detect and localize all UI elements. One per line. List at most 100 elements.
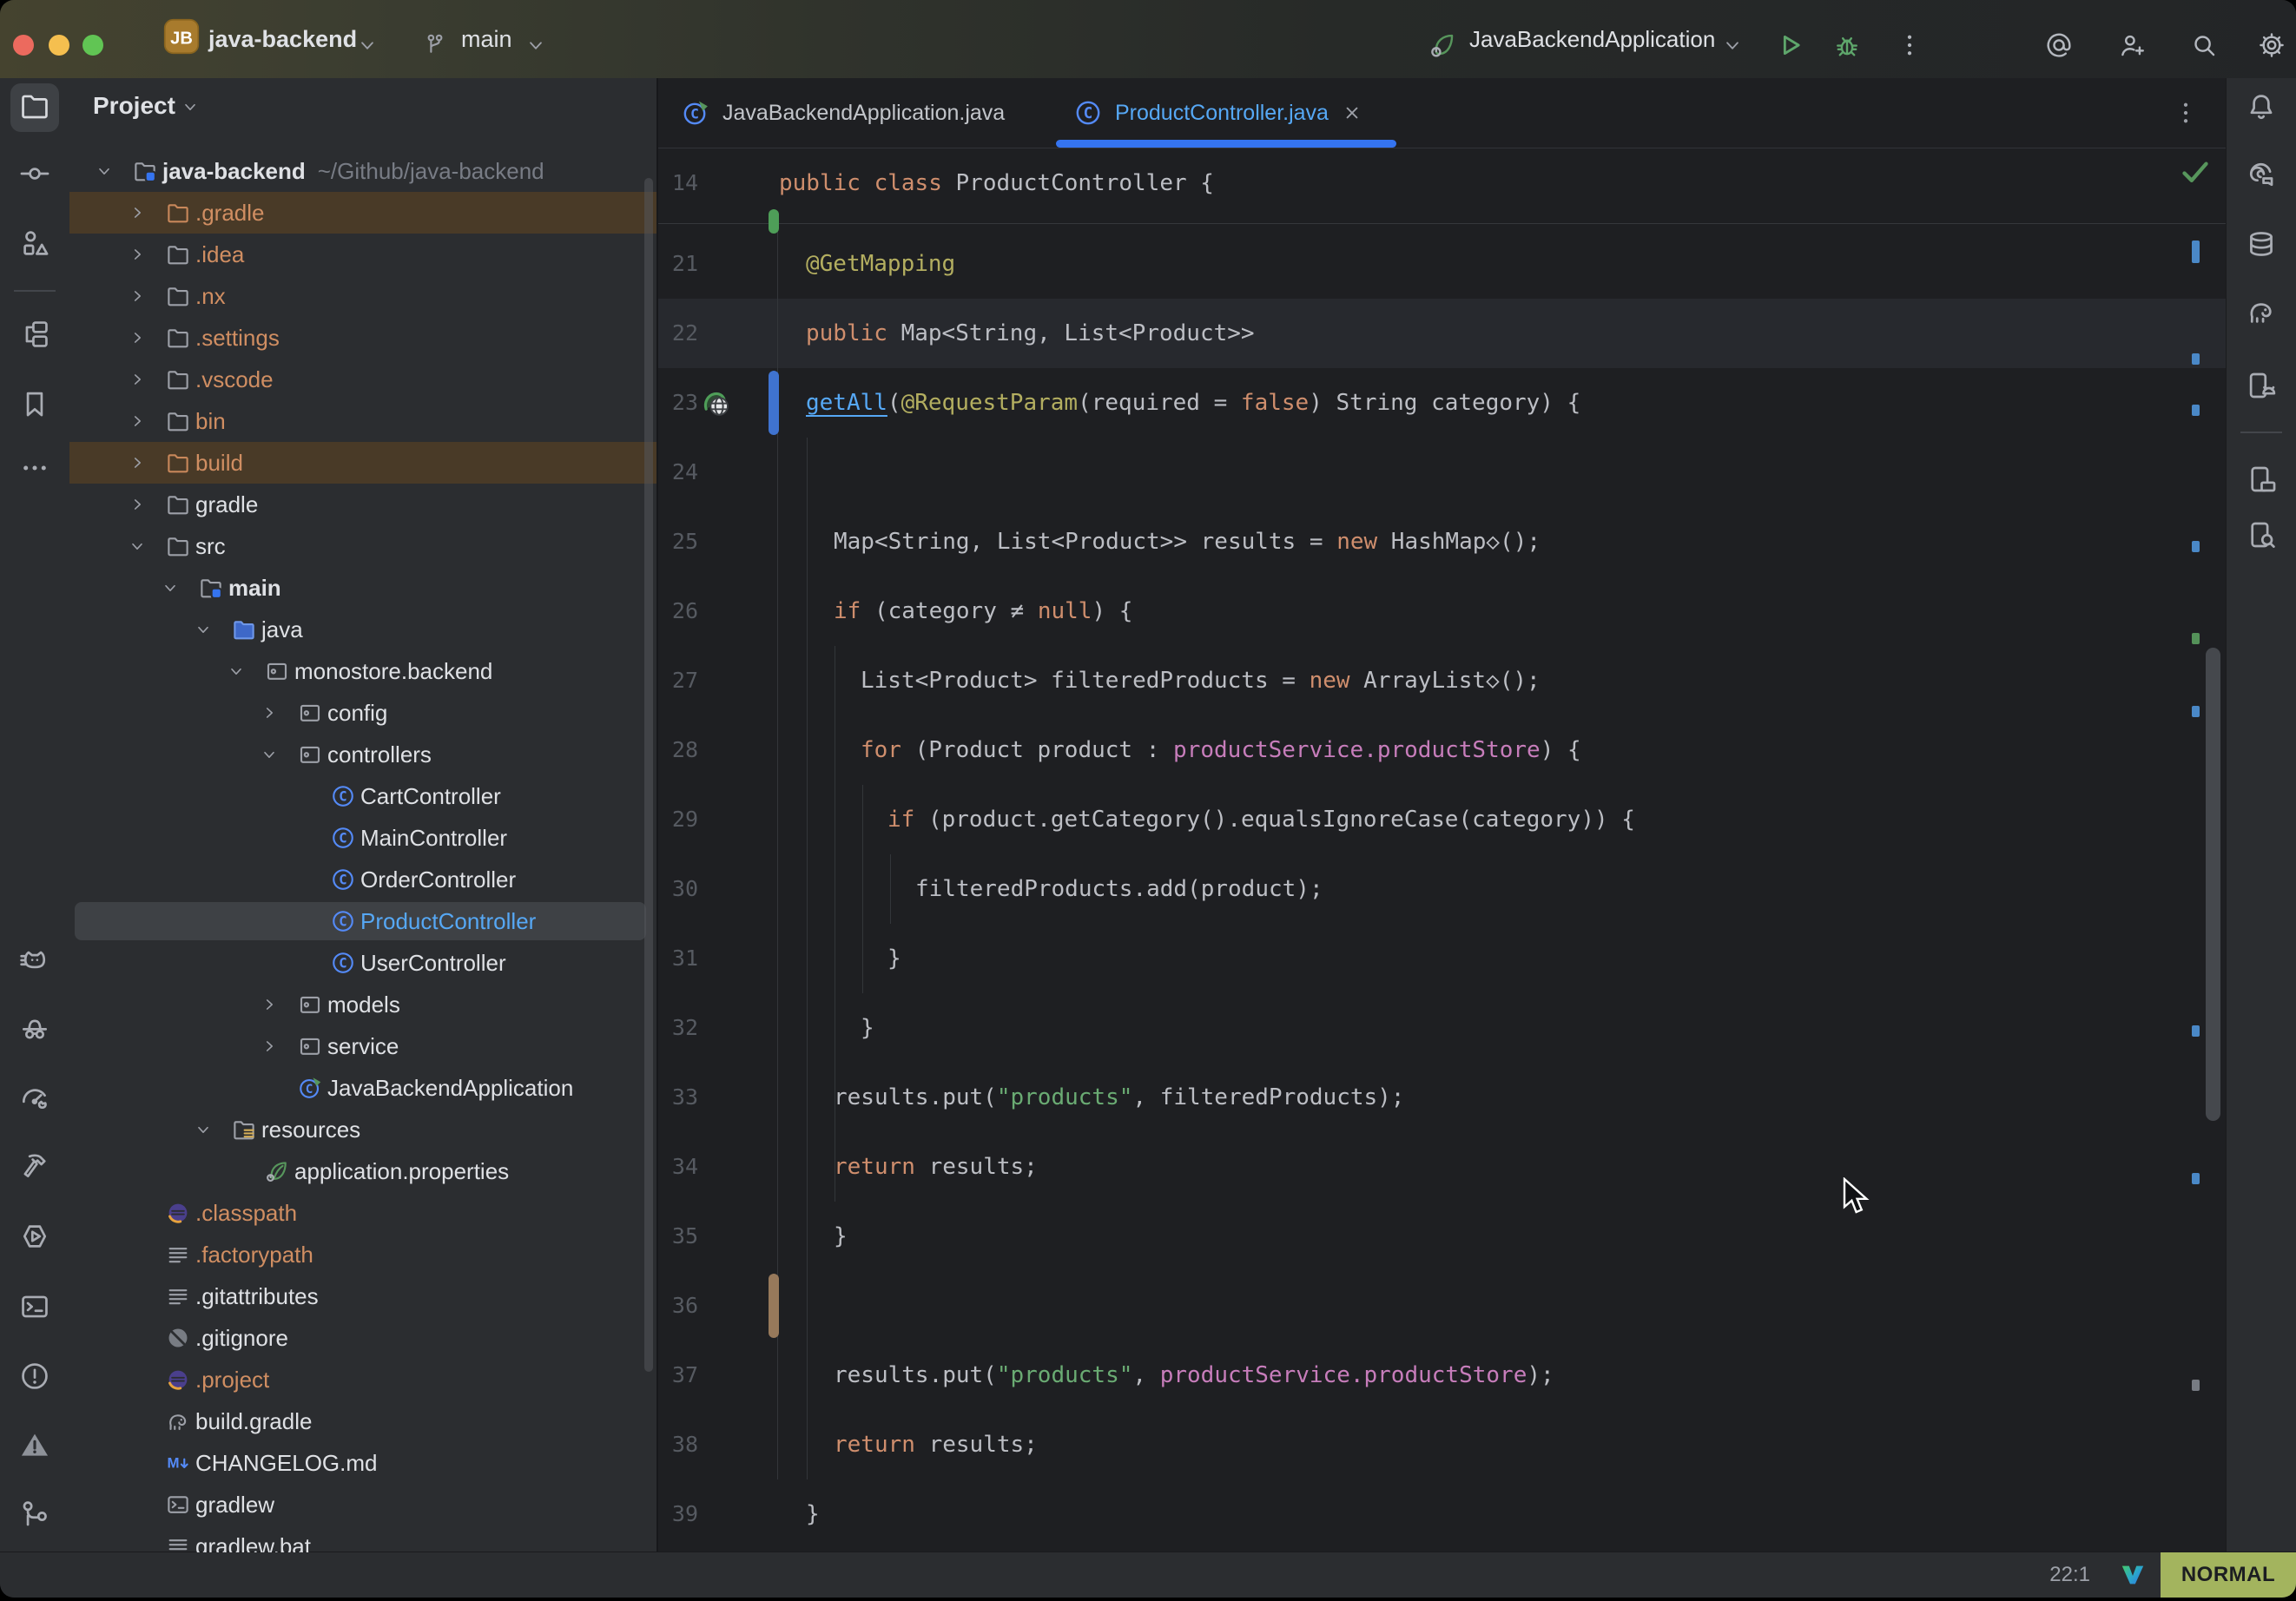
gradle-tool-button[interactable] bbox=[2237, 289, 2286, 338]
stripe-change-marker[interactable] bbox=[2192, 541, 2200, 552]
caret-position[interactable]: 22:1 bbox=[2049, 1552, 2090, 1598]
close-window-button[interactable] bbox=[13, 35, 34, 56]
debug-button[interactable] bbox=[1832, 30, 1862, 60]
notifications-tool-button[interactable] bbox=[2237, 84, 2286, 133]
chevron-right-icon[interactable] bbox=[128, 328, 147, 347]
database-tool-button[interactable] bbox=[2237, 221, 2286, 270]
tree-item-.idea[interactable]: .idea bbox=[69, 234, 656, 275]
code-line-35[interactable]: 35} bbox=[658, 1202, 2227, 1271]
code-line-33[interactable]: 33results.put("products", filteredProduc… bbox=[658, 1063, 2227, 1132]
project-selector[interactable]: java-backend bbox=[208, 0, 357, 78]
stripe-change-marker[interactable] bbox=[2192, 706, 2200, 717]
code-line-26[interactable]: 26if (category ≠ null) { bbox=[658, 576, 2227, 646]
profiler-tool-button[interactable] bbox=[10, 1074, 59, 1123]
chevron-down-icon[interactable] bbox=[194, 1120, 213, 1139]
chevron-down-icon[interactable] bbox=[525, 34, 547, 56]
tree-item-monostore.backend[interactable]: monostore.backend bbox=[69, 650, 656, 692]
code-line-23[interactable]: 23getAll(@RequestParam(required = false)… bbox=[658, 368, 2227, 438]
inspections-ok-check-icon[interactable] bbox=[2178, 154, 2213, 188]
stripe-change-marker[interactable] bbox=[2192, 405, 2200, 416]
code-line-32[interactable]: 32} bbox=[658, 993, 2227, 1063]
project-tree-scrollbar[interactable] bbox=[644, 178, 653, 1372]
more-tool-windows-tool-button[interactable] bbox=[10, 445, 59, 494]
code-line-29[interactable]: 29if (product.getCategory().equalsIgnore… bbox=[658, 785, 2227, 854]
minimize-window-button[interactable] bbox=[49, 35, 69, 56]
ai-cat-tool-button[interactable] bbox=[10, 938, 59, 986]
rest-endpoint-gutter-icon[interactable] bbox=[700, 386, 733, 419]
code-viewport[interactable]: 14public class ProductController { 21@Get… bbox=[658, 148, 2227, 1552]
chevron-down-icon[interactable] bbox=[95, 161, 114, 181]
stripe-change-marker[interactable] bbox=[2192, 633, 2200, 644]
chevron-right-icon[interactable] bbox=[128, 370, 147, 389]
code-line-37[interactable]: 37results.put("products", productService… bbox=[658, 1341, 2227, 1410]
tree-item-src[interactable]: src bbox=[69, 525, 656, 567]
chevron-down-icon[interactable] bbox=[128, 537, 147, 556]
commit-tool-button[interactable] bbox=[10, 151, 59, 200]
code-line-22[interactable]: 22public Map<String, List<Product>> bbox=[658, 299, 2227, 368]
chevron-right-icon[interactable] bbox=[128, 453, 147, 472]
tree-item-JavaBackendApplication[interactable]: CJavaBackendApplication bbox=[69, 1067, 656, 1109]
running-devices-tool-button[interactable] bbox=[2237, 363, 2286, 412]
chevron-right-icon[interactable] bbox=[128, 245, 147, 264]
tree-item-application.properties[interactable]: application.properties bbox=[69, 1150, 656, 1192]
tree-item-gradlew[interactable]: gradlew bbox=[69, 1484, 656, 1525]
chevron-down-icon[interactable] bbox=[181, 97, 200, 116]
bookmarks-tool-button[interactable] bbox=[10, 381, 59, 430]
vim-mode-badge[interactable]: NORMAL bbox=[2161, 1552, 2296, 1598]
tree-item-.project[interactable]: .project bbox=[69, 1359, 656, 1400]
tree-item-.vscode[interactable]: .vscode bbox=[69, 359, 656, 400]
chevron-right-icon[interactable] bbox=[260, 995, 279, 1014]
stripe-change-marker[interactable] bbox=[2192, 1025, 2200, 1037]
ai-assistant-icon[interactable] bbox=[2044, 30, 2074, 60]
tree-item-bin[interactable]: bin bbox=[69, 400, 656, 442]
tree-item-.gitignore[interactable]: .gitignore bbox=[69, 1317, 656, 1359]
tree-item-java[interactable]: java bbox=[69, 609, 656, 650]
tree-item-gradlew.bat[interactable]: gradlew.bat bbox=[69, 1525, 656, 1552]
tree-item-ProductController[interactable]: CProductController bbox=[69, 900, 656, 942]
code-with-me-add-user-icon[interactable] bbox=[2117, 30, 2147, 60]
chevron-right-icon[interactable] bbox=[260, 1037, 279, 1056]
version-control-tool-button[interactable] bbox=[10, 1491, 59, 1539]
chevron-right-icon[interactable] bbox=[128, 287, 147, 306]
chevron-down-icon[interactable] bbox=[194, 620, 213, 639]
tree-item-.nx[interactable]: .nx bbox=[69, 275, 656, 317]
code-line-30[interactable]: 30filteredProducts.add(product); bbox=[658, 854, 2227, 924]
terminal-tool-button[interactable] bbox=[10, 1284, 59, 1333]
editor-scrollbar[interactable] bbox=[2206, 648, 2220, 1121]
chevron-right-icon[interactable] bbox=[128, 495, 147, 514]
device-manager-tool-button[interactable] bbox=[2237, 457, 2286, 505]
more-actions-kebab-icon[interactable] bbox=[1895, 30, 1924, 60]
tree-item-.gradle[interactable]: .gradle bbox=[69, 192, 656, 234]
structure-tool-button[interactable] bbox=[10, 221, 59, 269]
tree-item-java-backend[interactable]: java-backend~/Github/java-backend bbox=[69, 150, 656, 192]
ideavim-icon[interactable] bbox=[2119, 1561, 2147, 1589]
chevron-down-icon[interactable] bbox=[260, 745, 279, 764]
tree-item-UserController[interactable]: CUserController bbox=[69, 942, 656, 984]
tree-item-.gitattributes[interactable]: .gitattributes bbox=[69, 1275, 656, 1317]
tree-item-CartController[interactable]: CCartController bbox=[69, 775, 656, 817]
tree-item-build[interactable]: build bbox=[69, 442, 656, 484]
chevron-right-icon[interactable] bbox=[128, 203, 147, 222]
code-line-21[interactable]: 21@GetMapping bbox=[658, 229, 2227, 299]
run-configuration-selector[interactable]: JavaBackendApplication bbox=[1469, 0, 1715, 78]
stripe-change-marker[interactable] bbox=[2192, 240, 2200, 263]
tree-item-resources[interactable]: resources bbox=[69, 1109, 656, 1150]
tree-item-.settings[interactable]: .settings bbox=[69, 317, 656, 359]
code-line-14[interactable]: 14public class ProductController { bbox=[658, 148, 2227, 218]
chevron-down-icon[interactable] bbox=[356, 34, 379, 56]
code-line-28[interactable]: 28for (Product product : productService.… bbox=[658, 715, 2227, 785]
tree-item-MainController[interactable]: CMainController bbox=[69, 817, 656, 859]
settings-gear-icon[interactable] bbox=[2257, 30, 2286, 60]
chevron-down-icon[interactable] bbox=[1721, 34, 1744, 56]
tree-item-main[interactable]: main bbox=[69, 567, 656, 609]
tree-item-OrderController[interactable]: COrderController bbox=[69, 859, 656, 900]
problems-tool-button[interactable] bbox=[10, 1354, 59, 1402]
tree-item-models[interactable]: models bbox=[69, 984, 656, 1025]
code-line-31[interactable]: 31} bbox=[658, 924, 2227, 993]
code-line-27[interactable]: 27List<Product> filteredProducts = new A… bbox=[658, 646, 2227, 715]
chevron-right-icon[interactable] bbox=[128, 412, 147, 431]
chevron-down-icon[interactable] bbox=[227, 662, 246, 681]
services-tool-button[interactable] bbox=[10, 1214, 59, 1262]
chevron-down-icon[interactable] bbox=[161, 578, 180, 597]
stripe-change-marker[interactable] bbox=[2192, 353, 2200, 365]
